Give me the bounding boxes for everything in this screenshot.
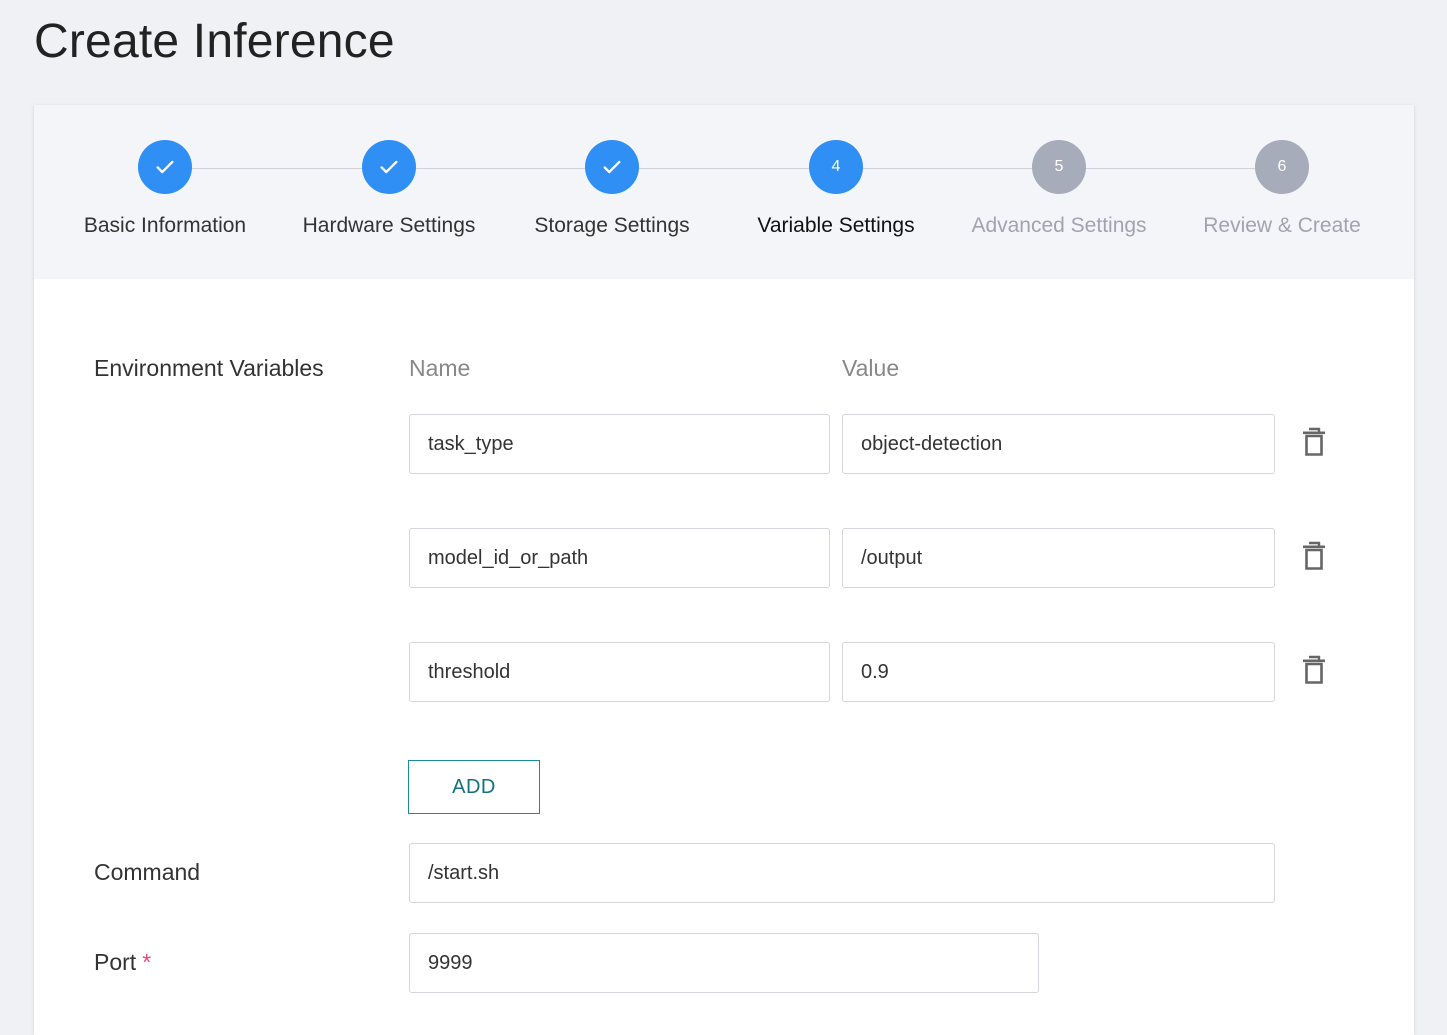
step-review-create: 6 Review & Create	[1182, 140, 1382, 238]
trash-icon[interactable]	[1301, 541, 1327, 571]
port-label-text: Port	[94, 949, 137, 975]
step-storage-settings[interactable]: Storage Settings	[512, 140, 712, 238]
name-column-header: Name	[409, 355, 471, 381]
required-mark: *	[142, 949, 152, 975]
env-value-input[interactable]	[842, 414, 1275, 474]
step-number: 6	[1255, 140, 1309, 194]
step-label: Variable Settings	[757, 214, 915, 237]
check-icon	[138, 140, 192, 194]
trash-icon[interactable]	[1301, 655, 1327, 685]
port-label: Port *	[94, 949, 151, 976]
create-inference-card: Basic Information Hardware Settings Stor…	[34, 105, 1414, 1035]
stepper: Basic Information Hardware Settings Stor…	[34, 105, 1414, 279]
step-label: Storage Settings	[534, 214, 690, 237]
step-variable-settings[interactable]: 4 Variable Settings	[736, 140, 936, 238]
check-icon	[585, 140, 639, 194]
step-number: 5	[1032, 140, 1086, 194]
command-label: Command	[94, 859, 201, 885]
value-column-header: Value	[842, 355, 900, 381]
step-hardware-settings[interactable]: Hardware Settings	[289, 140, 489, 238]
step-number: 4	[809, 140, 863, 194]
trash-icon[interactable]	[1301, 427, 1327, 457]
env-name-input[interactable]	[409, 642, 830, 702]
page-title: Create Inference	[34, 15, 395, 68]
env-name-input[interactable]	[409, 528, 830, 588]
step-label: Hardware Settings	[302, 214, 476, 237]
environment-variables-label: Environment Variables	[94, 355, 324, 381]
env-name-input[interactable]	[409, 414, 830, 474]
step-label: Basic Information	[83, 214, 247, 237]
step-advanced-settings: 5 Advanced Settings	[959, 140, 1159, 238]
step-label: Advanced Settings	[971, 214, 1147, 237]
step-basic-information[interactable]: Basic Information	[65, 140, 265, 238]
env-value-input[interactable]	[842, 642, 1275, 702]
command-input[interactable]	[409, 843, 1275, 903]
port-input[interactable]	[409, 933, 1039, 993]
env-value-input[interactable]	[842, 528, 1275, 588]
check-icon	[362, 140, 416, 194]
step-label: Review & Create	[1203, 214, 1361, 237]
add-variable-button[interactable]: ADD	[408, 760, 540, 814]
